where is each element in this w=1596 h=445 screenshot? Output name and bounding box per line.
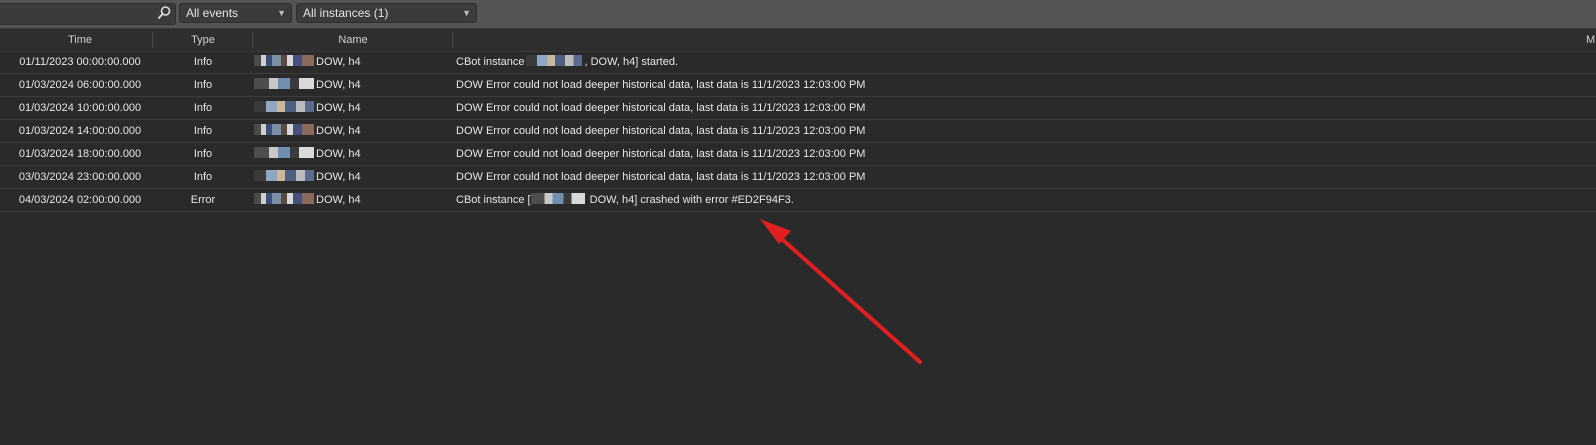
column-header-name[interactable]: Name	[253, 29, 453, 51]
log-table-body: 01/11/2023 00:00:00.000 Info DOW, h4 CBo…	[0, 51, 1596, 212]
table-row[interactable]: 01/03/2024 14:00:00.000 Info DOW, h4 DOW…	[0, 120, 1596, 143]
redacted-block	[254, 124, 314, 135]
row-type: Info	[193, 102, 213, 114]
row-name-text: DOW, h4	[316, 102, 361, 114]
row-name-text: DOW, h4	[316, 79, 361, 91]
chevron-down-icon: ▼	[462, 8, 471, 18]
log-table-header: Time Type Name M	[0, 29, 1596, 52]
row-name-text: DOW, h4	[316, 56, 361, 68]
redacted-block	[254, 170, 314, 181]
row-time: 04/03/2024 02:00:00.000	[18, 194, 142, 206]
redacted-block	[254, 101, 314, 112]
row-message: DOW Error could not load deeper historic…	[456, 79, 866, 91]
row-type: Info	[193, 125, 213, 137]
event-filter-select[interactable]: All events ▼	[179, 3, 292, 23]
row-message-end: DOW, h4] crashed with error #ED2F94F3.	[586, 194, 794, 206]
table-row[interactable]: 01/03/2024 10:00:00.000 Info DOW, h4 DOW…	[0, 97, 1596, 120]
row-message-end: , DOW, h4] started.	[584, 56, 679, 68]
row-time: 01/11/2023 00:00:00.000	[19, 56, 141, 68]
row-name: DOW, h4	[254, 189, 454, 211]
row-type: Info	[193, 171, 213, 183]
search-icon[interactable]	[156, 5, 172, 21]
row-time: 01/03/2024 10:00:00.000	[18, 102, 142, 114]
row-message: DOW Error could not load deeper historic…	[456, 148, 866, 160]
redacted-block	[254, 147, 314, 158]
row-time: 01/03/2024 14:00:00.000	[18, 125, 142, 137]
row-name: DOW, h4	[254, 74, 454, 96]
instance-filter-value: All instances (1)	[303, 6, 389, 20]
table-row[interactable]: 01/03/2024 18:00:00.000 Info DOW, h4 DOW…	[0, 143, 1596, 166]
column-header-message[interactable]: M	[1586, 29, 1596, 51]
row-name-text: DOW, h4	[316, 194, 361, 206]
row-message: DOW Error could not load deeper historic…	[456, 171, 866, 183]
toolbar: All events ▼ All instances (1) ▼	[0, 0, 1596, 29]
annotation-arrow-head	[760, 219, 791, 244]
table-row[interactable]: 01/03/2024 06:00:00.000 Info DOW, h4 DOW…	[0, 74, 1596, 97]
row-message: CBot instance , DOW, h4] started.	[456, 51, 1556, 73]
event-filter-value: All events	[186, 6, 239, 20]
row-name-text: DOW, h4	[316, 148, 361, 160]
row-message-start: CBot instance [	[456, 194, 531, 206]
redacted-block	[254, 78, 314, 89]
row-message: CBot instance [ DOW, h4] crashed with er…	[456, 189, 1556, 211]
row-type: Info	[193, 56, 213, 68]
row-type: Info	[193, 148, 213, 160]
row-time: 01/03/2024 18:00:00.000	[18, 148, 142, 160]
row-type: Info	[193, 79, 213, 91]
annotation-arrow-shaft	[772, 230, 922, 364]
row-message: DOW Error could not load deeper historic…	[456, 125, 866, 137]
row-name: DOW, h4	[254, 166, 454, 188]
row-time: 03/03/2024 23:00:00.000	[18, 171, 142, 183]
row-name: DOW, h4	[254, 120, 454, 142]
row-message: DOW Error could not load deeper historic…	[456, 102, 866, 114]
chevron-down-icon: ▼	[277, 8, 286, 18]
row-name: DOW, h4	[254, 143, 454, 165]
row-name: DOW, h4	[254, 97, 454, 119]
redacted-block	[254, 193, 314, 204]
row-type: Error	[190, 194, 216, 206]
column-divider[interactable]	[452, 32, 453, 48]
row-name-text: DOW, h4	[316, 171, 361, 183]
row-message-start: CBot instance	[456, 56, 525, 68]
table-row[interactable]: 04/03/2024 02:00:00.000 Error DOW, h4 CB…	[0, 189, 1596, 212]
table-row[interactable]: 03/03/2024 23:00:00.000 Info DOW, h4 DOW…	[0, 166, 1596, 189]
row-name-text: DOW, h4	[316, 125, 361, 137]
instance-filter-select[interactable]: All instances (1) ▼	[296, 3, 477, 23]
column-header-time[interactable]: Time	[0, 29, 160, 51]
row-name: DOW, h4	[254, 51, 454, 73]
redacted-block	[254, 55, 314, 66]
table-row[interactable]: 01/11/2023 00:00:00.000 Info DOW, h4 CBo…	[0, 51, 1596, 74]
row-time: 01/03/2024 06:00:00.000	[18, 79, 142, 91]
redacted-block	[526, 55, 583, 66]
redacted-block	[530, 193, 585, 204]
search-input[interactable]	[0, 3, 176, 25]
column-header-type[interactable]: Type	[153, 29, 253, 51]
